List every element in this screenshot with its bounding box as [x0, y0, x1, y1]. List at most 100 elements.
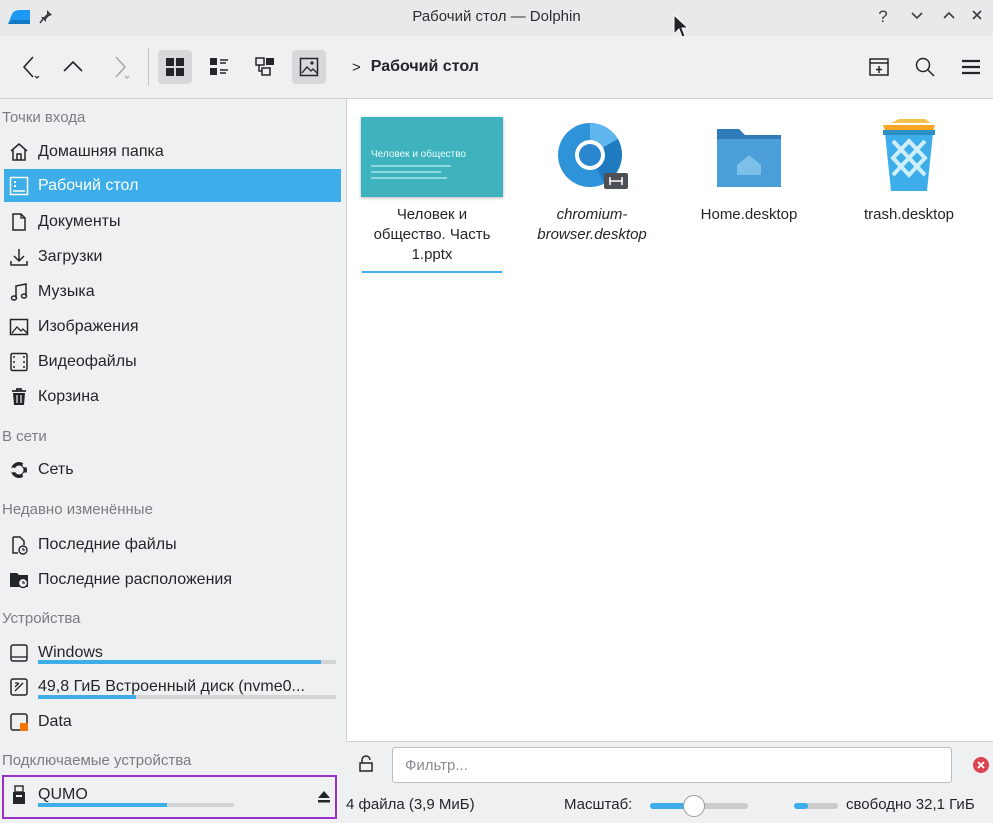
- sidebar-item-windows[interactable]: Windows: [4, 636, 341, 669]
- sidebar-item-label: Документы: [38, 212, 121, 230]
- sidebar-item-downloads[interactable]: Загрузки: [4, 240, 341, 273]
- search-button[interactable]: [908, 50, 942, 84]
- sidebar-item-label: Изображения: [38, 317, 139, 335]
- trash-bin-icon: [834, 117, 984, 197]
- up-arrow-icon: [63, 60, 83, 72]
- split-view-button[interactable]: [862, 50, 896, 84]
- file-name: Home.desktop: [700, 206, 798, 223]
- minimize-button[interactable]: [906, 6, 928, 28]
- zoom-label: Масштаб:: [564, 796, 633, 813]
- sidebar-item-label: Последние файлы: [38, 535, 177, 553]
- sidebar-item-data[interactable]: Data: [4, 705, 341, 738]
- desktop-icon: [8, 175, 30, 197]
- help-button[interactable]: ?: [872, 6, 894, 28]
- thumbnail-slide-title: Человек и общество: [371, 149, 466, 160]
- section-devices: Устройства: [2, 610, 81, 627]
- close-button[interactable]: [966, 6, 988, 28]
- title-bar: Рабочий стол — Dolphin ?: [0, 0, 993, 38]
- music-icon: [8, 281, 30, 303]
- section-recent: Недавно изменённые: [2, 501, 153, 518]
- dolphin-window: Рабочий стол — Dolphin ? > Рабочий стол …: [0, 0, 993, 823]
- sidebar-item-label: Домашняя папка: [38, 142, 164, 160]
- sidebar-item-recent-files[interactable]: Последние файлы: [4, 528, 341, 561]
- file-item-chromium[interactable]: chromium-browser.desktop: [517, 117, 667, 245]
- icons-view-button[interactable]: [158, 50, 192, 84]
- pictures-icon: [8, 316, 30, 338]
- sidebar-item-label: Data: [38, 712, 72, 730]
- free-space-label: свободно 32,1 ГиБ: [846, 796, 975, 813]
- videos-icon: [8, 351, 30, 373]
- icons-view-icon: [166, 58, 184, 76]
- back-arrow-icon: [22, 56, 40, 79]
- status-bar: 4 файла (3,9 МиБ) Масштаб: свободно 32,1…: [346, 790, 993, 823]
- sidebar-item-trash[interactable]: Корзина: [4, 380, 341, 413]
- file-item-trash-desktop[interactable]: trash.desktop: [834, 117, 984, 225]
- file-item-pptx[interactable]: Человек и общество Человек и общество. Ча…: [357, 117, 507, 273]
- recent-files-icon: [8, 534, 30, 556]
- home-folder-icon: [674, 117, 824, 197]
- network-icon: [8, 459, 30, 481]
- file-item-home-desktop[interactable]: Home.desktop: [674, 117, 824, 225]
- places-panel: Точки входа Домашняя папка Рабочий стол …: [0, 99, 345, 823]
- pptx-thumbnail: Человек и общество: [357, 117, 507, 197]
- section-network: В сети: [2, 428, 47, 445]
- filter-field[interactable]: [392, 747, 952, 783]
- hamburger-menu-icon: [962, 59, 980, 75]
- close-circle-icon: [973, 757, 989, 773]
- file-name: chromium-browser.desktop: [537, 206, 647, 243]
- qumo-highlight-frame: [2, 775, 337, 819]
- compact-view-icon: [210, 58, 228, 75]
- trash-icon: [8, 386, 30, 408]
- recent-locations-icon: [8, 569, 30, 591]
- maximize-button[interactable]: [938, 6, 960, 28]
- sidebar-item-pictures[interactable]: Изображения: [4, 310, 341, 343]
- folder-summary: 4 файла (3,9 МиБ): [346, 796, 475, 813]
- split-view-icon: [869, 58, 889, 76]
- chevron-up-icon: [943, 11, 955, 19]
- chromium-icon: [517, 117, 667, 197]
- forward-button[interactable]: [104, 50, 138, 84]
- sidebar-item-desktop[interactable]: Рабочий стол: [4, 169, 341, 202]
- preview-image-icon: [299, 57, 319, 77]
- windows-usage-bar: [38, 660, 336, 664]
- documents-icon: [8, 211, 30, 233]
- sidebar-item-network[interactable]: Сеть: [4, 453, 341, 486]
- sidebar-item-recent-locations[interactable]: Последние расположения: [4, 563, 341, 596]
- sidebar-item-label: Рабочий стол: [38, 176, 139, 194]
- preview-toggle-button[interactable]: [292, 50, 326, 84]
- close-filter-button[interactable]: [972, 756, 990, 778]
- main-toolbar: [0, 36, 993, 99]
- drive-icon: [8, 676, 30, 698]
- selection-underline: [362, 271, 502, 273]
- hamburger-menu-button[interactable]: [954, 50, 988, 84]
- sidebar-item-label: Видеофайлы: [38, 352, 137, 370]
- sidebar-item-label: Корзина: [38, 387, 99, 405]
- lock-filter-button[interactable]: [358, 755, 374, 777]
- nvme-usage-bar: [38, 695, 336, 699]
- breadcrumb-separator: >: [352, 58, 361, 76]
- up-button[interactable]: [56, 50, 90, 84]
- sidebar-item-label: Сеть: [38, 460, 74, 478]
- section-removable: Подключаемые устройства: [2, 752, 192, 769]
- details-view-icon: [255, 57, 274, 76]
- sidebar-item-label: Музыка: [38, 282, 95, 300]
- sidebar-item-music[interactable]: Музыка: [4, 275, 341, 308]
- details-view-button[interactable]: [248, 50, 282, 84]
- compact-view-button[interactable]: [202, 50, 236, 84]
- sidebar-item-label: 49,8 ГиБ Встроенный диск (nvme0...: [38, 677, 305, 695]
- breadcrumb: > Рабочий стол: [352, 58, 479, 76]
- back-button[interactable]: [14, 50, 48, 84]
- sidebar-item-home[interactable]: Домашняя папка: [4, 135, 341, 168]
- breadcrumb-current-folder[interactable]: Рабочий стол: [371, 58, 479, 76]
- downloads-icon: [8, 246, 30, 268]
- sidebar-item-label: Последние расположения: [38, 570, 233, 588]
- filter-input[interactable]: [403, 748, 937, 782]
- sidebar-item-documents[interactable]: Документы: [4, 205, 341, 238]
- file-view[interactable]: Человек и общество Человек и общество. Ча…: [346, 99, 993, 742]
- sidebar-item-videos[interactable]: Видеофайлы: [4, 345, 341, 378]
- zoom-slider-handle[interactable]: [683, 795, 706, 817]
- search-icon: [915, 57, 935, 77]
- drive-icon: [8, 642, 30, 664]
- file-name: Человек и общество. Часть 1.pptx: [373, 206, 491, 263]
- sidebar-item-label: Windows: [38, 643, 103, 661]
